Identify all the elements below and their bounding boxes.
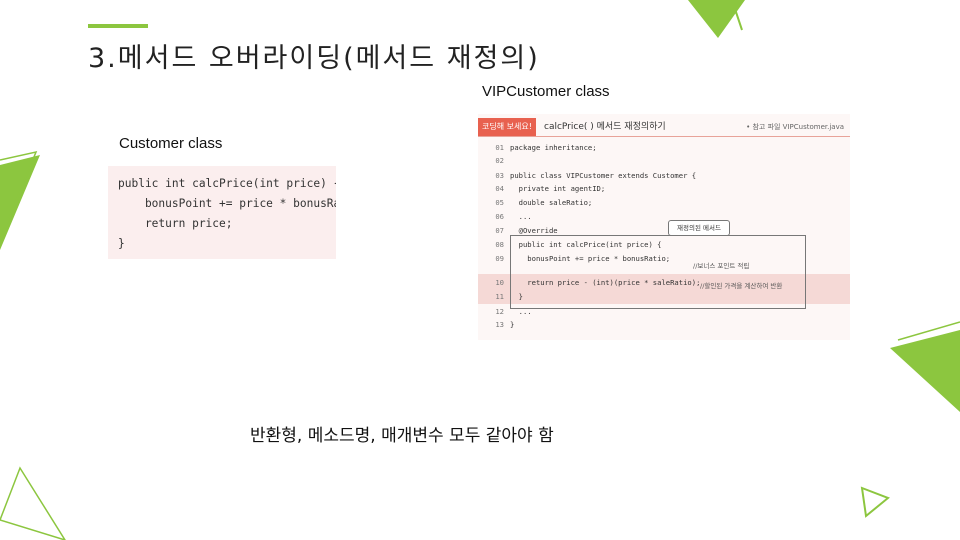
code-line: 13} (495, 320, 515, 329)
code-line: 08 public int calcPrice(int price) { (495, 240, 662, 249)
code-line: 04 private int agentID; (495, 184, 606, 193)
code-line: 05 double saleRatio; (495, 198, 593, 207)
slide-title: 3.메서드 오버라이딩(메서드 재정의) (88, 43, 540, 74)
vipcustomer-label: VIPCustomer class (482, 83, 610, 100)
code-line: 06 ... (495, 212, 532, 221)
discount-comment: //할인된 가격을 계산하여 반환 (700, 282, 783, 290)
bottom-right-small-triangle (860, 486, 890, 518)
top-right-triangle (688, 0, 745, 38)
right-triangle (890, 330, 960, 412)
code-line: 10 return price - (int)(price * saleRati… (495, 278, 701, 287)
vipcustomer-code-image: 코딩해 보세요! calcPrice( ) 메서드 재정의하기 • 참고 파일 … (478, 114, 850, 340)
code-line: 01 package inheritance; (495, 143, 597, 152)
book-reference: • 참고 파일 VIPCustomer.java (746, 123, 844, 131)
code-line: 02 (495, 156, 504, 165)
book-title: calcPrice( ) 메서드 재정의하기 (544, 122, 666, 132)
overridden-method-callout: 재정의된 메서드 (668, 220, 730, 236)
left-triangle (0, 155, 40, 250)
book-header: 코딩해 보세요! calcPrice( ) 메서드 재정의하기 • 참고 파일 … (478, 118, 850, 136)
code-line: 03 public class VIPCustomer extends Custo… (495, 171, 697, 180)
bonus-comment: //보너스 포인트 적립 (693, 262, 750, 270)
book-tag: 코딩해 보세요! (478, 118, 536, 136)
customer-code: public int calcPrice(int price) { bonusP… (118, 177, 336, 250)
customer-label: Customer class (119, 135, 223, 152)
book-divider (478, 136, 850, 137)
customer-code-image: public int calcPrice(int price) { bonusP… (108, 166, 336, 259)
title-accent-bar (88, 24, 148, 28)
code-line: 07 @Override (495, 226, 558, 235)
code-line: 11 } (495, 292, 523, 301)
code-line: 12 ... (495, 307, 532, 316)
bottom-left-triangle-outline (0, 466, 66, 540)
code-line: 09 bonusPoint += price * bonusRatio; (495, 254, 671, 263)
rule-summary-text: 반환형, 메소드명, 매개변수 모두 같아야 함 (250, 426, 554, 446)
